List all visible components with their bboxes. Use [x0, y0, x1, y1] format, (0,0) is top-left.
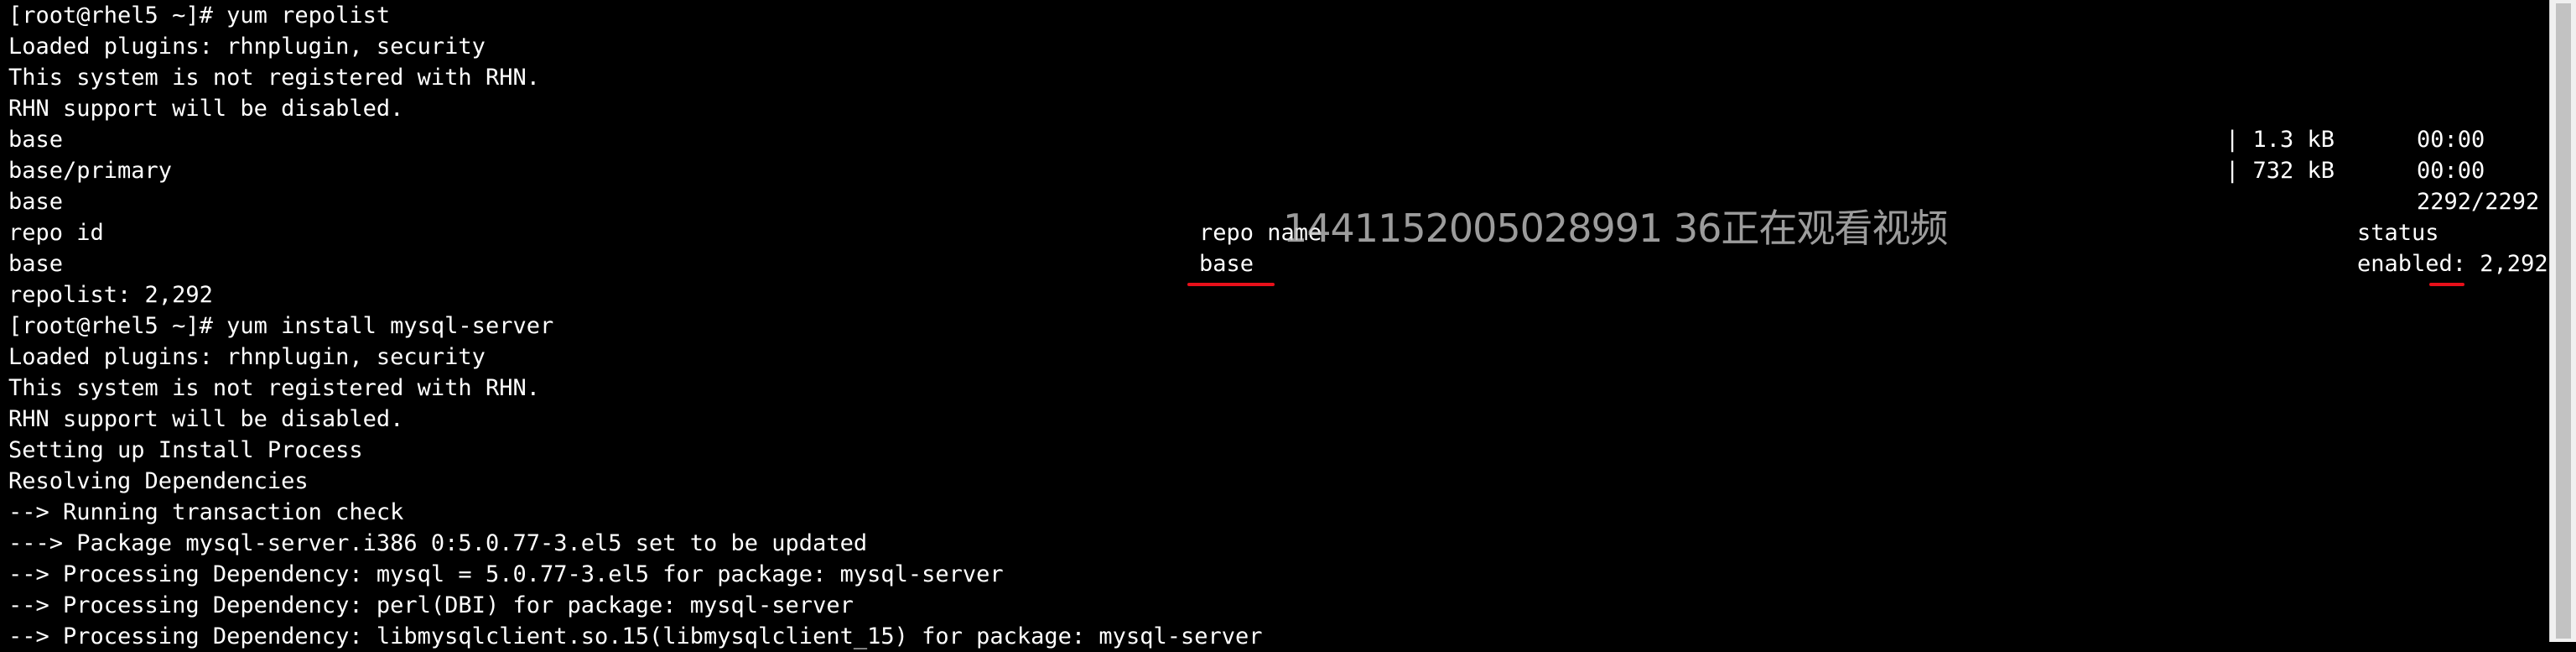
terminal-line: [root@rhel5 ~]# yum repolist	[8, 3, 391, 29]
terminal-line: Loaded plugins: rhnplugin, security	[8, 344, 486, 370]
red-underline-annotation	[2429, 283, 2464, 286]
terminal-line: base	[8, 189, 64, 215]
terminal-line: Setting up Install Process	[8, 437, 363, 463]
status-header: status	[2357, 220, 2439, 246]
terminal-line: --> Running transaction check	[8, 499, 404, 525]
terminal-line: RHN support will be disabled.	[8, 406, 404, 432]
terminal-line: --> Processing Dependency: perl(DBI) for…	[8, 592, 854, 618]
vertical-scrollbar[interactable]	[2549, 0, 2576, 642]
download-time: 00:00	[2417, 127, 2485, 153]
terminal-line: [root@rhel5 ~]# yum install mysql-server	[8, 313, 554, 339]
terminal-line: base	[8, 251, 64, 277]
terminal-line: Resolving Dependencies	[8, 468, 309, 494]
viewer-count-overlay: 1441152005028991 36正在观看视频	[1283, 206, 1948, 251]
terminal-line: ---> Package mysql-server.i386 0:5.0.77-…	[8, 530, 868, 556]
terminal-line: Loaded plugins: rhnplugin, security	[8, 34, 486, 60]
terminal-line: repo id	[8, 220, 104, 246]
download-time: 00:00	[2417, 158, 2485, 184]
terminal-line: --> Processing Dependency: mysql = 5.0.7…	[8, 561, 1004, 587]
progress-count: 2292/2292	[2417, 189, 2540, 215]
terminal-line: This system is not registered with RHN.	[8, 65, 540, 91]
terminal-line: --> Processing Dependency: libmysqlclien…	[8, 623, 1263, 649]
scrollbar-thumb[interactable]	[2556, 3, 2571, 639]
terminal-line: base/primary	[8, 158, 173, 184]
repo-status-value: enabled: 2,292	[2357, 251, 2548, 277]
repo-name-value: base	[1199, 251, 1254, 277]
terminal-window[interactable]: [root@rhel5 ~]# yum repolist Loaded plug…	[0, 0, 2549, 649]
terminal-line: repolist: 2,292	[8, 282, 213, 308]
download-size: | 732 kB	[2225, 158, 2335, 184]
download-size: | 1.3 kB	[2225, 127, 2335, 153]
terminal-line: RHN support will be disabled.	[8, 96, 404, 122]
terminal-line: This system is not registered with RHN.	[8, 375, 540, 401]
red-underline-annotation	[1187, 283, 1275, 286]
terminal-line: base	[8, 127, 64, 153]
